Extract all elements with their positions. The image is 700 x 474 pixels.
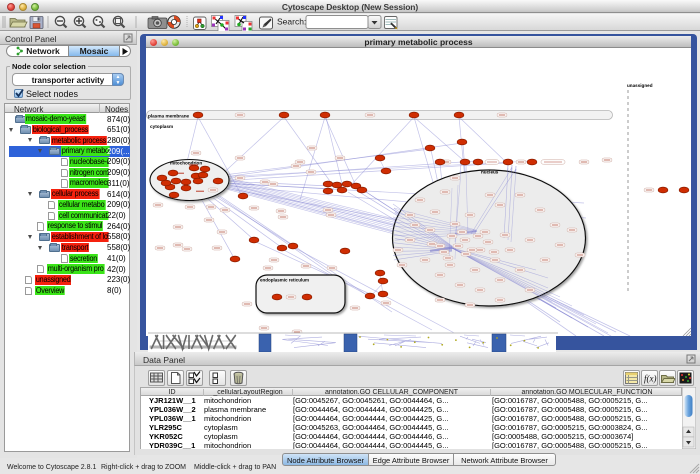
svg-text:cytoplasm: cytoplasm bbox=[150, 124, 173, 129]
svg-text:f(x): f(x) bbox=[644, 374, 657, 384]
svg-text:Search:: Search: bbox=[277, 17, 306, 27]
svg-text:endoplasmic reticulum: endoplasmic reticulum bbox=[260, 278, 309, 283]
svg-text:unassigned: unassigned bbox=[627, 83, 653, 88]
svg-text:plasma membrane: plasma membrane bbox=[148, 114, 190, 119]
svg-text:nucleus: nucleus bbox=[481, 170, 499, 175]
